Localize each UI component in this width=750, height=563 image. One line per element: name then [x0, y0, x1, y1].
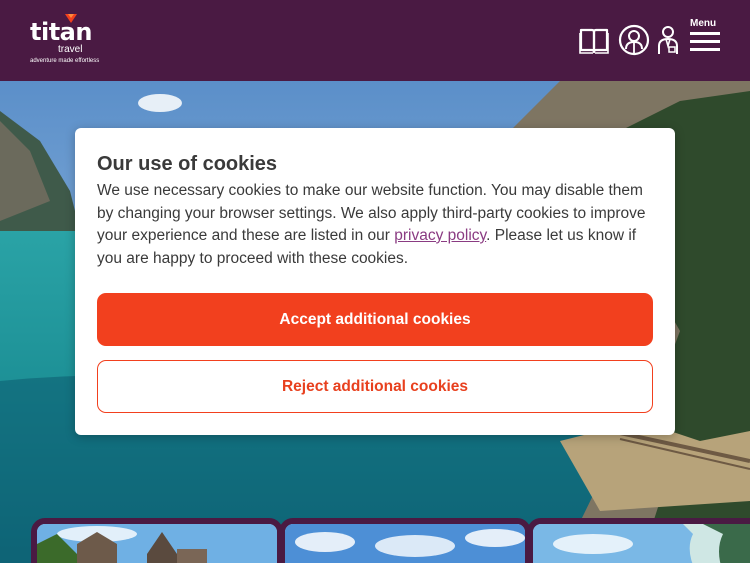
accept-cookies-button[interactable]: Accept additional cookies: [97, 293, 653, 346]
site-header: titan travel adventure made effortless M…: [0, 0, 750, 81]
agent-icon[interactable]: [657, 24, 679, 56]
logo-wordmark: titan: [30, 18, 92, 46]
coast-image: [533, 524, 750, 563]
logo-tagline: adventure made effortless: [30, 58, 100, 64]
menu-button[interactable]: Menu: [688, 18, 722, 54]
book-icon[interactable]: [579, 24, 609, 56]
cookie-consent-dialog: Our use of cookies We use necessary cook…: [75, 128, 675, 435]
castle-image: [37, 524, 277, 563]
tour-card-sky[interactable]: [279, 518, 531, 563]
logo-subtitle: travel: [58, 44, 83, 55]
dialog-body: We use necessary cookies to make our web…: [97, 180, 657, 270]
privacy-policy-link[interactable]: privacy policy: [394, 227, 486, 244]
dialog-title: Our use of cookies: [97, 153, 278, 175]
reject-cookies-button[interactable]: Reject additional cookies: [97, 360, 653, 413]
account-icon[interactable]: [618, 24, 650, 56]
menu-label: Menu: [690, 18, 717, 29]
sky-image: [285, 524, 525, 563]
menu-icon: [690, 32, 720, 51]
tour-card-coast[interactable]: [527, 518, 750, 563]
titan-travel-logo[interactable]: titan travel adventure made effortless: [30, 14, 130, 68]
tour-card-castle[interactable]: [31, 518, 283, 563]
